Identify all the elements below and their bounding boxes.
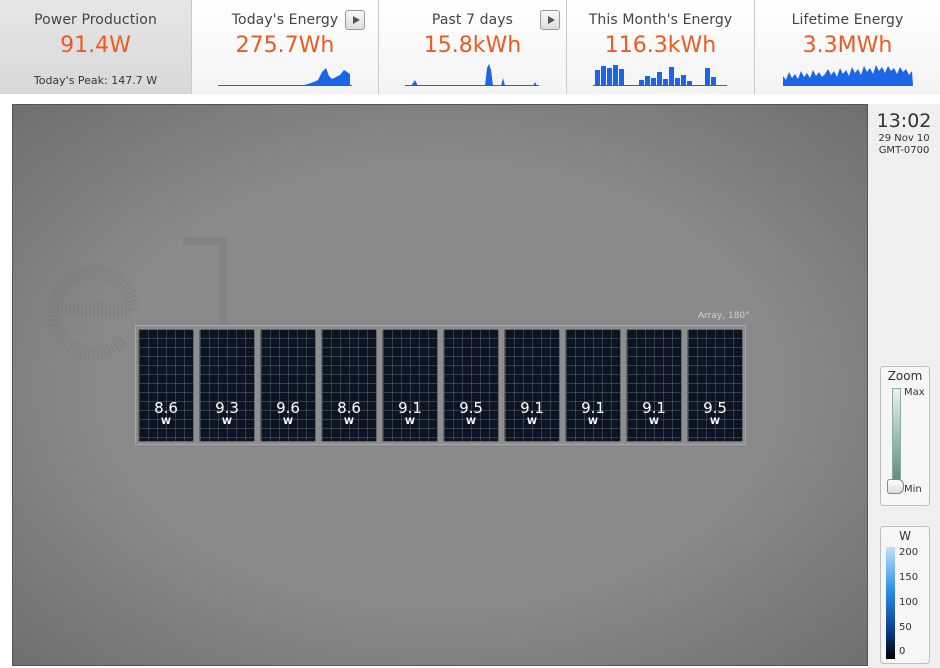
clock-timezone: GMT-0700	[878, 145, 930, 156]
panel-power-value: 9.1	[642, 399, 666, 417]
zoom-max-label: Max	[904, 387, 925, 398]
array-label: Array, 180°	[698, 311, 750, 321]
panel-power-unit: W	[649, 417, 659, 427]
stats-bar: Power Production 91.4W Today's Peak: 147…	[0, 0, 940, 94]
legend-color-scale	[886, 547, 895, 659]
panel-power-unit: W	[710, 417, 720, 427]
tile-label: Lifetime Energy	[791, 12, 904, 28]
play-icon[interactable]	[345, 10, 365, 30]
panel-power-unit: W	[222, 417, 232, 427]
panel-power-value: 9.1	[520, 399, 544, 417]
panel-power-value: 9.1	[581, 399, 605, 417]
panel-power-unit: W	[527, 417, 537, 427]
array-canvas[interactable]: Array, 180° 8.6 W 9.3 W 9.6 W 8.6 W 9.1 W 9.5 W 9.1 W…	[12, 104, 868, 666]
zoom-min-label: Min	[904, 484, 922, 495]
tile-todays-energy[interactable]: Today's Energy 275.7Wh	[192, 0, 379, 94]
panel-power-value: 9.5	[459, 399, 483, 417]
clock-date: 29 Nov 10	[878, 133, 930, 144]
zoom-title: Zoom	[887, 369, 923, 383]
panel-power-value: 9.3	[215, 399, 239, 417]
panel-power-unit: W	[344, 417, 354, 427]
panel-power-value: 8.6	[154, 399, 178, 417]
zoom-slider-thumb[interactable]	[887, 479, 904, 494]
panel-power-unit: W	[283, 417, 293, 427]
tile-value: 15.8kWh	[423, 33, 522, 58]
panel-power-value: 8.6	[337, 399, 361, 417]
todays-peak: Today's Peak: 147.7 W	[33, 74, 158, 87]
clock-time: 13:02	[876, 110, 932, 132]
panel-power-unit: W	[405, 417, 415, 427]
tile-lifetime-energy[interactable]: Lifetime Energy 3.3MWh	[755, 0, 940, 94]
sparkline-today	[218, 68, 352, 86]
tile-value: 116.3kWh	[604, 33, 717, 58]
legend-tick: 100	[899, 597, 919, 608]
panel-power-unit: W	[161, 417, 171, 427]
sparkline-week	[405, 64, 539, 86]
solar-panel[interactable]: 9.1 W	[382, 329, 438, 442]
sparkline-lifetime	[783, 65, 913, 86]
play-icon[interactable]	[540, 10, 560, 30]
panel-power-value: 9.1	[398, 399, 422, 417]
tile-power-production[interactable]: Power Production 91.4W Today's Peak: 147…	[0, 0, 192, 94]
legend-tick: 50	[899, 622, 912, 633]
panel-power-value: 9.5	[703, 399, 727, 417]
tile-value: 91.4W	[60, 33, 131, 58]
tile-value: 275.7Wh	[235, 33, 335, 58]
zoom-slider-track[interactable]	[892, 388, 901, 483]
panel-power-value: 9.6	[276, 399, 300, 417]
tile-label: This Month's Energy	[588, 12, 733, 28]
tile-label: Power Production	[34, 12, 157, 28]
solar-panel[interactable]: 8.6 W	[321, 329, 377, 442]
solar-panel[interactable]: 9.5 W	[687, 329, 743, 442]
solar-panel[interactable]: 9.1 W	[626, 329, 682, 442]
tile-label: Past 7 days	[431, 12, 514, 28]
right-sidebar: 13:02 29 Nov 10 GMT-0700 Zoom Max Min W …	[868, 104, 940, 668]
tile-this-months-energy[interactable]: This Month's Energy 116.3kWh	[567, 0, 755, 94]
solar-panel[interactable]: 9.3 W	[199, 329, 255, 442]
panel-power-unit: W	[466, 417, 476, 427]
panel-power-unit: W	[588, 417, 598, 427]
legend-tick: 150	[899, 572, 919, 583]
power-legend: W 200 150 100 50 0	[880, 526, 930, 664]
tile-value: 3.3MWh	[802, 33, 893, 58]
solar-array: 8.6 W 9.3 W 9.6 W 8.6 W 9.1 W 9.5 W 9.1 W 9.1 W 9.1 W 9.5 W	[135, 325, 746, 445]
tile-past-7-days[interactable]: Past 7 days 15.8kWh	[379, 0, 567, 94]
legend-tick: 0	[899, 646, 906, 657]
zoom-control: Zoom Max Min	[880, 366, 930, 506]
legend-tick: 200	[899, 547, 919, 558]
solar-panel[interactable]: 9.5 W	[443, 329, 499, 442]
solar-panel[interactable]: 9.6 W	[260, 329, 316, 442]
solar-panel[interactable]: 9.1 W	[504, 329, 560, 442]
legend-title: W	[899, 529, 911, 543]
solar-panel[interactable]: 9.1 W	[565, 329, 621, 442]
sparkline-month	[593, 65, 727, 86]
solar-panel[interactable]: 8.6 W	[138, 329, 194, 442]
